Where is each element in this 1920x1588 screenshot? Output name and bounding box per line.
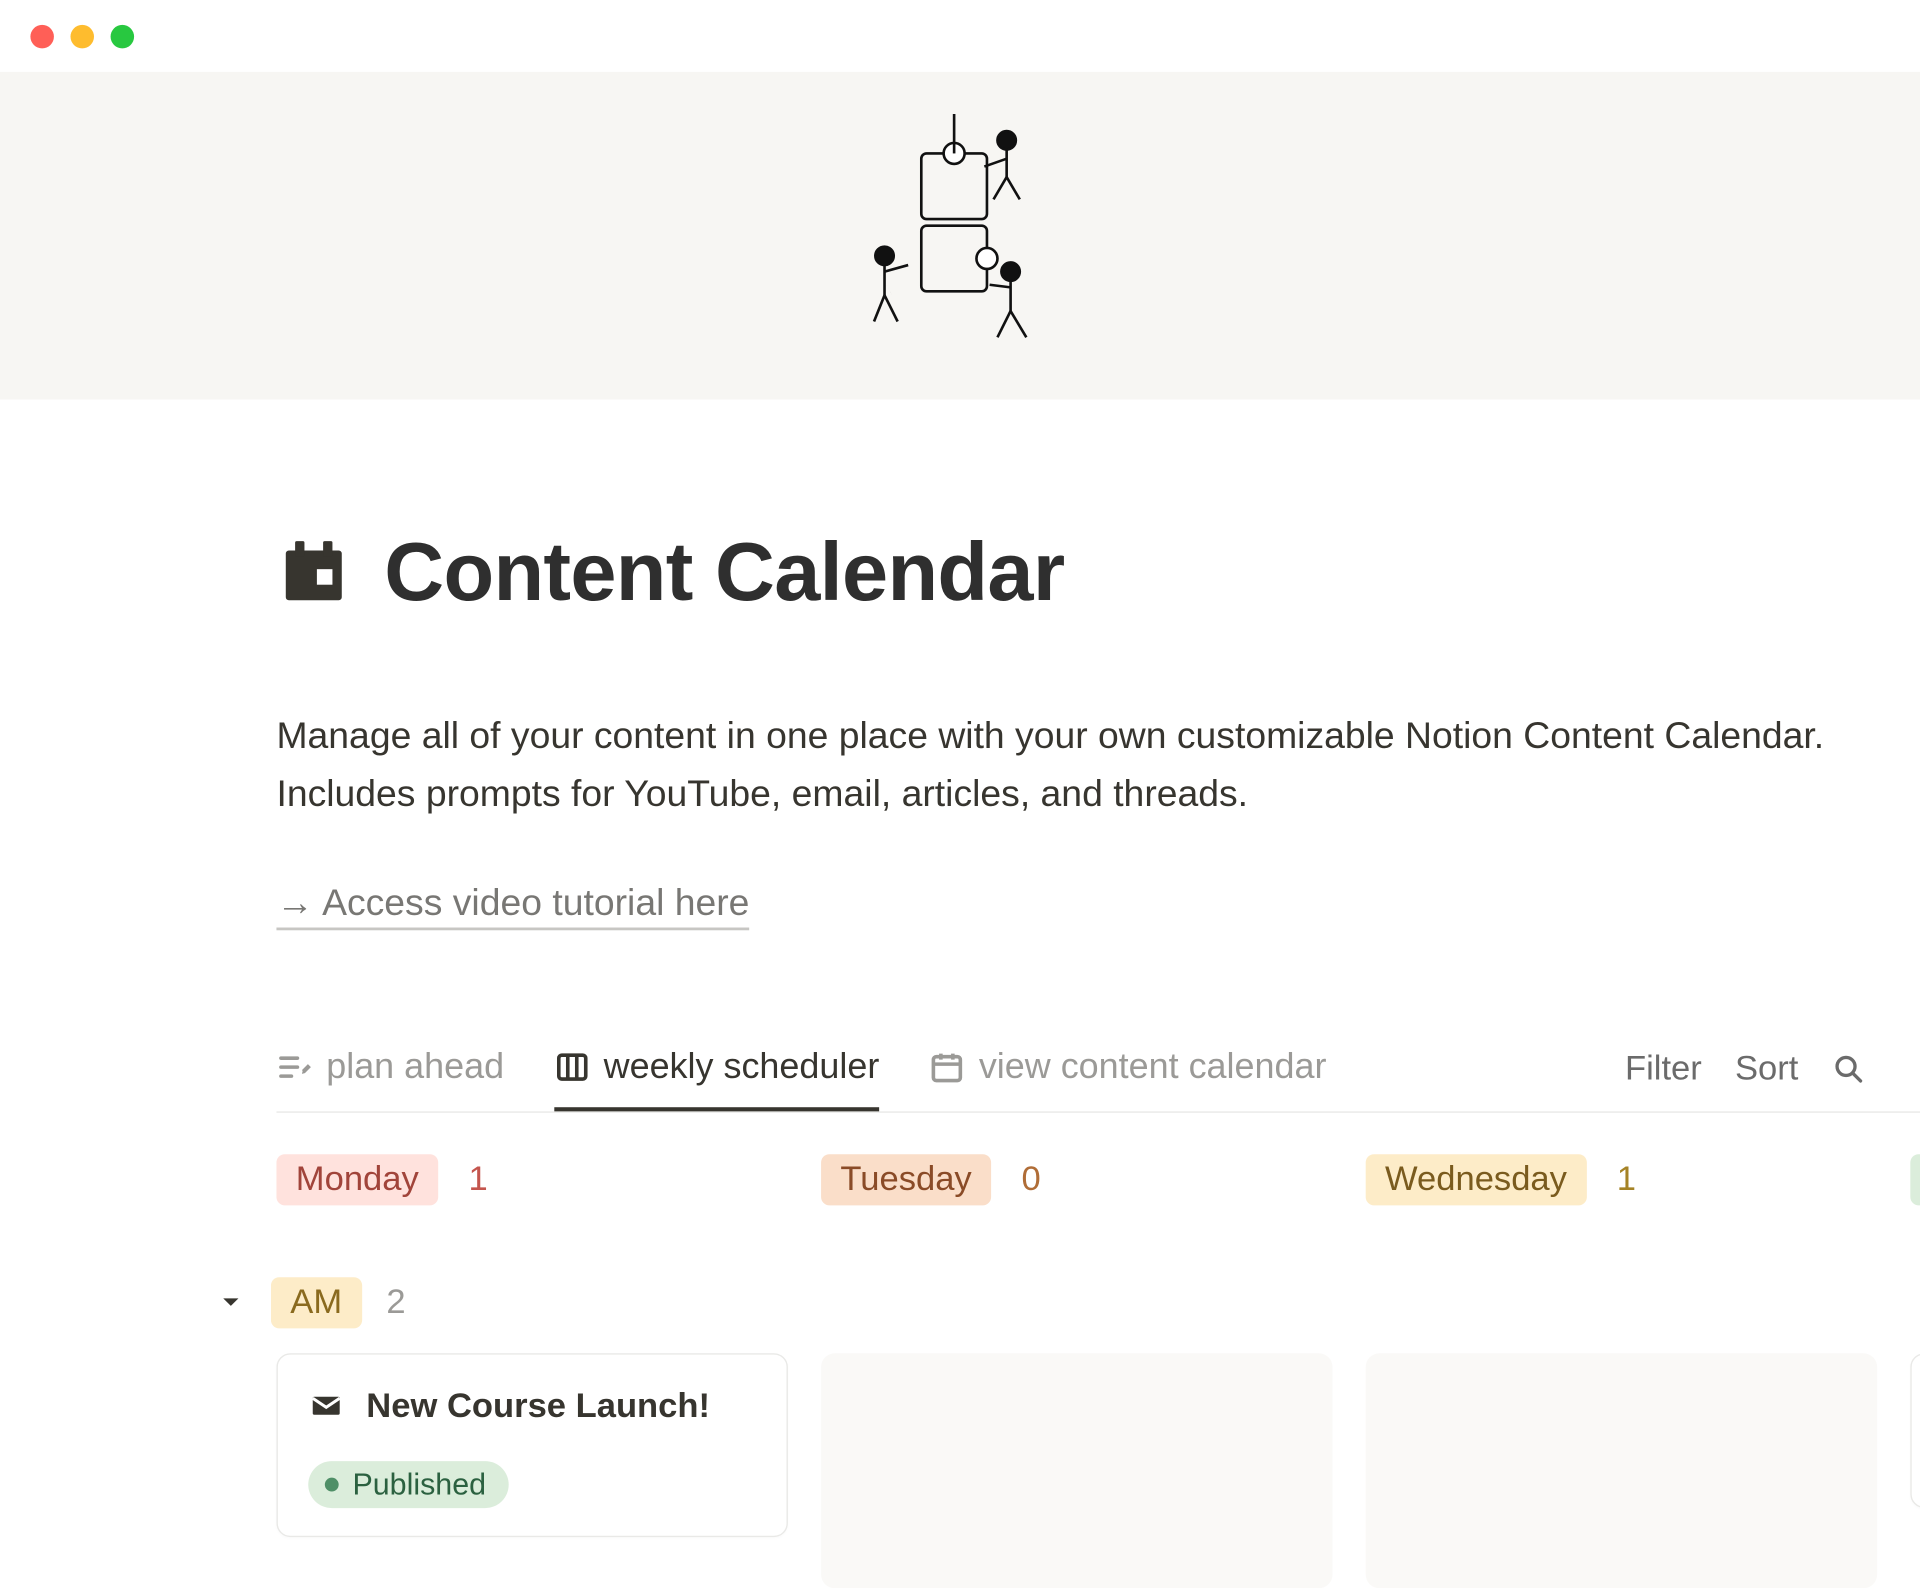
column-count: 1	[469, 1159, 488, 1199]
group-row-am[interactable]: AM 2	[276, 1277, 1920, 1328]
page-description[interactable]: Manage all of your content in one place …	[276, 708, 1920, 824]
column-thursday[interactable]: Thursday 1	[1910, 1145, 1920, 1213]
status-label: Published	[352, 1466, 486, 1502]
tab-weekly-scheduler[interactable]: weekly scheduler	[554, 1027, 879, 1111]
page-title[interactable]: Content Calendar	[384, 524, 1064, 619]
card-slot-tuesday[interactable]	[821, 1353, 1332, 1588]
card-title: New Course Launch!	[366, 1382, 710, 1430]
database-views-bar: plan ahead weekly scheduler	[276, 1027, 1920, 1113]
board-icon	[554, 1049, 590, 1085]
status-dot-icon	[325, 1477, 339, 1491]
traffic-light-minimize[interactable]	[70, 24, 93, 47]
column-chip: Monday	[276, 1154, 438, 1205]
traffic-light-close[interactable]	[30, 24, 53, 47]
tab-label: plan ahead	[326, 1045, 504, 1088]
board-cards-row: New Course Launch! Published How I Use N…	[276, 1353, 1920, 1588]
window-titlebar	[0, 0, 1920, 72]
sort-button[interactable]: Sort	[1735, 1049, 1798, 1089]
status-pill-published: Published	[308, 1461, 508, 1508]
tab-label: weekly scheduler	[604, 1045, 880, 1088]
column-count: 1	[1617, 1159, 1636, 1199]
tab-label: view content calendar	[979, 1045, 1327, 1088]
cover-illustration	[829, 94, 1092, 377]
column-chip: Thursday	[1910, 1154, 1920, 1205]
card-slot-thursday[interactable]: How I Use Notion to Manage My Business	[1910, 1353, 1920, 1588]
column-wednesday[interactable]: Wednesday 1	[1366, 1145, 1877, 1213]
disclosure-triangle-icon[interactable]	[216, 1287, 246, 1317]
page-icon-calendar	[276, 534, 351, 609]
filter-button[interactable]: Filter	[1625, 1049, 1702, 1089]
column-chip: Tuesday	[821, 1154, 991, 1205]
tab-view-content-calendar[interactable]: view content calendar	[929, 1027, 1326, 1111]
card[interactable]: New Course Launch! Published	[276, 1353, 787, 1537]
group-chip: AM	[271, 1277, 362, 1328]
group-count: 2	[386, 1282, 405, 1322]
page-cover	[0, 72, 1920, 400]
card[interactable]: How I Use Notion to Manage My Business	[1910, 1353, 1920, 1508]
column-count: 0	[1021, 1159, 1040, 1199]
search-icon[interactable]	[1832, 1052, 1865, 1085]
card-slot-monday[interactable]: New Course Launch! Published	[276, 1353, 787, 1588]
list-edit-icon	[276, 1049, 312, 1085]
mail-icon	[308, 1387, 344, 1423]
board-columns: Monday 1 Tuesday 0 Wednesday 1 Thursday …	[276, 1145, 1920, 1213]
column-chip: Wednesday	[1366, 1154, 1587, 1205]
traffic-light-zoom[interactable]	[111, 24, 134, 47]
column-monday[interactable]: Monday 1	[276, 1145, 787, 1213]
tutorial-link[interactable]: → Access video tutorial here	[276, 881, 749, 929]
column-tuesday[interactable]: Tuesday 0	[821, 1145, 1332, 1213]
card-slot-wednesday[interactable]	[1366, 1353, 1877, 1588]
tab-plan-ahead[interactable]: plan ahead	[276, 1027, 504, 1111]
calendar-icon	[929, 1049, 965, 1085]
